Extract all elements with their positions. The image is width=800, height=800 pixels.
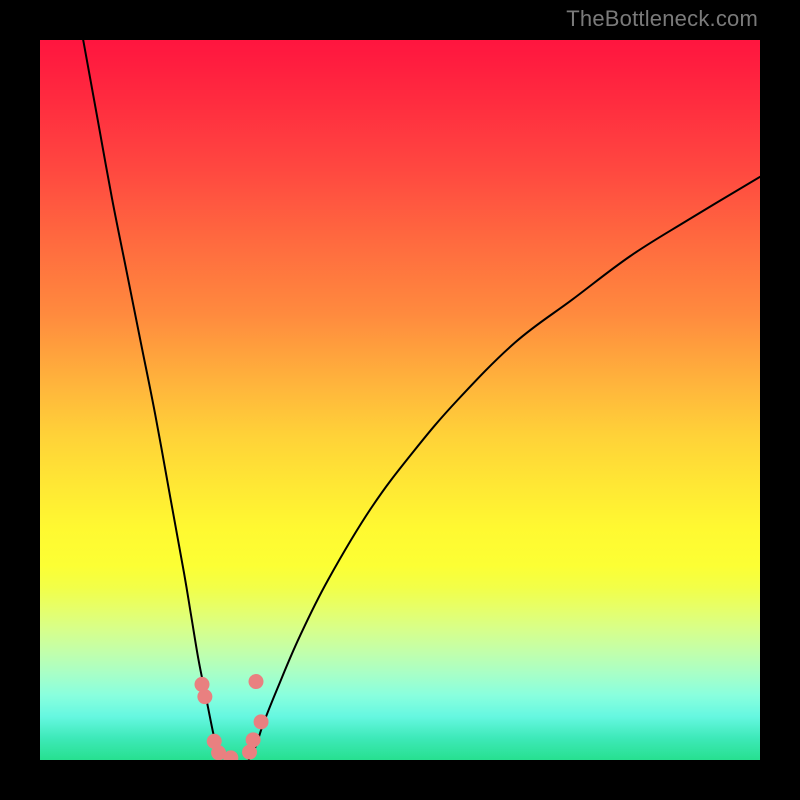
plot-area: [40, 40, 760, 760]
valley-markers: [195, 674, 269, 760]
left-branch-curve: [83, 40, 220, 760]
valley-marker-8: [249, 674, 264, 689]
valley-marker-1: [197, 689, 212, 704]
valley-marker-7: [254, 714, 269, 729]
curve-svg: [40, 40, 760, 760]
chart-frame: TheBottleneck.com: [0, 0, 800, 800]
watermark-text: TheBottleneck.com: [566, 6, 758, 32]
valley-marker-6: [246, 732, 261, 747]
right-branch-curve: [249, 177, 760, 760]
